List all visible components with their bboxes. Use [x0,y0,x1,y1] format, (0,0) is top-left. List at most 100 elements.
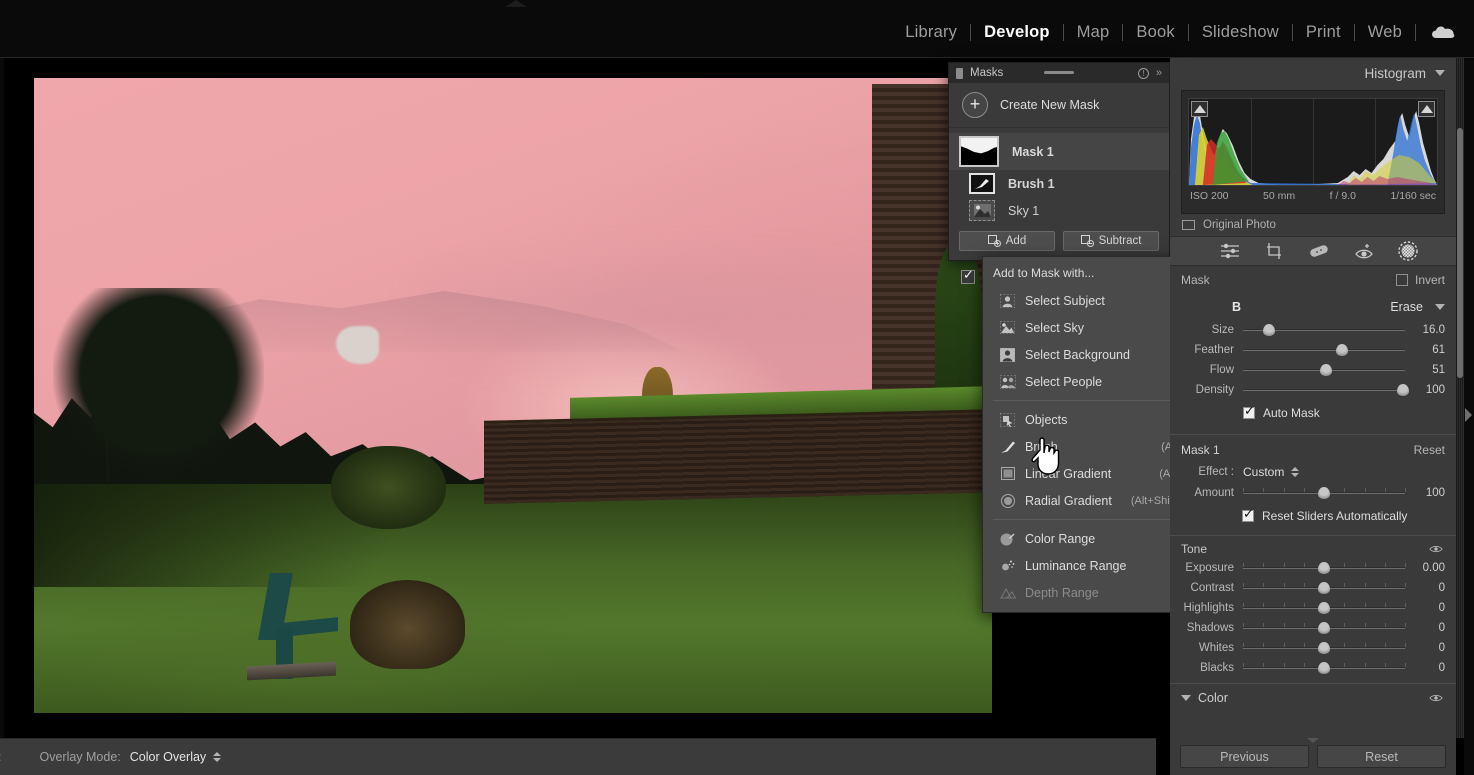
slider-knob[interactable] [1397,384,1410,396]
module-develop[interactable]: Develop [971,22,1063,42]
mask-overlay-checkbox[interactable] [961,267,975,284]
slider-track[interactable] [1243,641,1406,655]
info-icon[interactable]: ! [1137,67,1149,79]
slider-knob[interactable] [1318,602,1330,614]
scrollbar-thumb[interactable] [1457,128,1463,378]
masks-panel-titlebar[interactable]: Masks ! » [949,63,1169,83]
right-panel-scrollbar[interactable] [1456,58,1464,738]
slider-knob[interactable] [1335,344,1348,356]
eye-icon[interactable] [1429,693,1443,703]
slider-track[interactable] [1243,363,1405,377]
module-slideshow[interactable]: Slideshow [1189,22,1292,42]
slider-track[interactable] [1243,486,1406,500]
slider-knob[interactable] [1318,562,1330,574]
create-new-mask-label: Create New Mask [1000,98,1100,112]
overlay-mode-stepper-icon[interactable] [213,752,222,762]
original-photo-toggle[interactable]: Original Photo [1170,214,1456,231]
crop-icon[interactable] [1264,242,1284,260]
slider-value[interactable]: 51 [1405,364,1445,376]
slider-value[interactable]: 0 [1405,582,1445,594]
overlay-mode-value[interactable]: Color Overlay [130,750,206,764]
module-picker: Library Develop Map Book Slideshow Print… [892,22,1456,42]
slider-knob[interactable] [1262,324,1275,336]
effects-reset-button[interactable]: Reset [1414,443,1445,457]
module-library[interactable]: Library [892,22,970,42]
slider-value[interactable]: 61 [1405,344,1445,356]
slider-track[interactable] [1243,601,1406,615]
basic-sliders-icon[interactable] [1220,242,1240,260]
menu-divider [993,400,1195,401]
slider-value[interactable]: 0 [1405,642,1445,654]
auto-mask-checkbox[interactable] [1243,403,1255,419]
menu-item-label: Select Background [1025,347,1130,362]
mask-list-item-mask1[interactable]: Mask 1 [949,133,1169,170]
mask-list-item-brush1[interactable]: Brush 1 [949,170,1169,197]
mask-list-item-sky1[interactable]: Sky 1 [949,197,1169,224]
module-map[interactable]: Map [1064,22,1123,42]
top-panel-toggle-arrow[interactable] [505,0,527,7]
slider-track[interactable] [1243,621,1406,635]
panel-collapse-arrow-icon[interactable] [1307,738,1319,743]
highlight-clipping-icon[interactable] [1418,101,1435,117]
menu-item-label: Objects [1025,412,1068,427]
left-panel-edge[interactable] [0,58,4,738]
subtract-from-mask-button[interactable]: Subtract [1063,231,1159,251]
previous-button[interactable]: Previous [1180,745,1309,768]
menu-item-label: Radial Gradient [1025,493,1112,508]
slider-knob[interactable] [1318,622,1330,634]
brush-letter-label[interactable]: B [1181,300,1241,314]
slider-knob[interactable] [1318,662,1330,674]
erase-mode-label[interactable]: Erase [1390,300,1423,314]
module-book[interactable]: Book [1123,22,1187,42]
invert-checkbox[interactable] [1395,274,1408,286]
slider-knob[interactable] [1318,487,1330,499]
menu-item-label: Select Sky [1025,320,1085,335]
slider-track[interactable] [1243,581,1406,595]
triangle-down-icon[interactable] [1435,304,1445,310]
cloud-sync-icon[interactable] [1430,24,1456,40]
triangle-down-icon[interactable] [1435,70,1445,76]
effect-value[interactable]: Custom [1243,465,1284,479]
healing-brush-icon[interactable] [1308,243,1330,259]
slider-knob[interactable] [1318,582,1330,594]
slider-track[interactable] [1243,383,1410,397]
menu-item-label: Linear Gradient [1025,466,1112,481]
right-panel-expand-arrow-icon[interactable] [1465,408,1472,422]
plus-circle-icon[interactable]: + [962,92,988,118]
chevron-double-right-icon[interactable]: » [1156,67,1162,79]
slider-value[interactable]: 100 [1405,487,1445,499]
triangle-down-icon[interactable] [1181,695,1191,701]
effect-stepper-icon[interactable] [1291,467,1300,477]
histogram-graph[interactable] [1188,98,1438,186]
slider-track[interactable] [1243,323,1405,337]
module-print[interactable]: Print [1293,22,1354,42]
create-new-mask-button[interactable]: + Create New Mask [949,83,1169,128]
masking-icon[interactable] [1398,241,1418,261]
color-section-header[interactable]: Color [1170,683,1456,712]
slider-value[interactable]: 0 [1405,622,1445,634]
mask-thumbnail-icon [959,136,999,167]
reset-sliders-checkbox[interactable] [1242,506,1254,522]
reset-button[interactable]: Reset [1317,745,1446,768]
drag-handle[interactable] [1044,71,1074,74]
slider-track[interactable] [1243,561,1406,575]
shadow-clipping-icon[interactable] [1191,101,1208,117]
slider-value[interactable]: 100 [1405,384,1445,396]
slider-value[interactable]: 0.00 [1405,562,1445,574]
right-develop-panel: Histogram ISO 200 50 mm f / 9.0 1/160 se… [1170,58,1456,738]
slider-value[interactable]: 16.0 [1405,324,1445,336]
slider-knob[interactable] [1319,364,1332,376]
add-to-mask-button[interactable]: Add [959,231,1055,251]
photo-preview[interactable] [34,78,992,713]
slider-track[interactable] [1243,661,1406,675]
slider-value[interactable]: 0 [1405,602,1445,614]
histogram-header[interactable]: Histogram [1170,58,1456,88]
slider-value[interactable]: 0 [1405,662,1445,674]
toolbar-handle[interactable]: : [0,750,1,764]
red-eye-icon[interactable] [1354,242,1374,260]
slider-track[interactable] [1243,343,1405,357]
exif-focal-length: 50 mm [1263,190,1296,202]
eye-icon[interactable] [1429,544,1443,554]
slider-knob[interactable] [1318,642,1330,654]
module-web[interactable]: Web [1355,22,1415,42]
